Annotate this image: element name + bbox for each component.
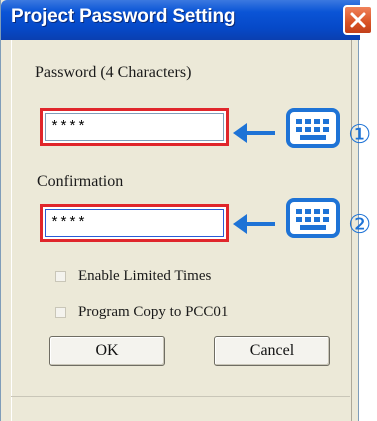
- program-copy-option[interactable]: Program Copy to PCC01: [55, 304, 228, 321]
- footer-divider: [11, 396, 350, 397]
- keyboard-icon: [286, 198, 340, 238]
- ok-button[interactable]: OK: [49, 336, 165, 366]
- close-button[interactable]: [343, 5, 373, 35]
- enable-limited-times-label: Enable Limited Times: [78, 268, 212, 284]
- enable-limited-times-checkbox[interactable]: [55, 271, 66, 282]
- password-field-highlight: ****: [40, 108, 229, 146]
- arrow-left-icon: [233, 123, 275, 143]
- close-icon: [350, 12, 366, 28]
- confirmation-input[interactable]: ****: [45, 209, 224, 237]
- cancel-button[interactable]: Cancel: [214, 336, 330, 366]
- step-one-marker: ①: [348, 120, 372, 150]
- keyboard-icon: [286, 108, 340, 148]
- arrow-left-icon: [233, 214, 275, 234]
- dialog-title: Project Password Setting: [11, 6, 236, 27]
- title-bar: Project Password Setting: [1, 0, 360, 40]
- password-label: Password (4 Characters): [35, 64, 192, 81]
- password-input[interactable]: ****: [45, 113, 224, 141]
- step-two-marker: ②: [348, 210, 372, 240]
- confirmation-label: Confirmation: [37, 173, 124, 190]
- confirmation-field-highlight: ****: [40, 204, 229, 242]
- program-copy-label: Program Copy to PCC01: [78, 304, 229, 320]
- program-copy-checkbox[interactable]: [55, 307, 66, 318]
- enable-limited-times-option[interactable]: Enable Limited Times: [55, 268, 211, 285]
